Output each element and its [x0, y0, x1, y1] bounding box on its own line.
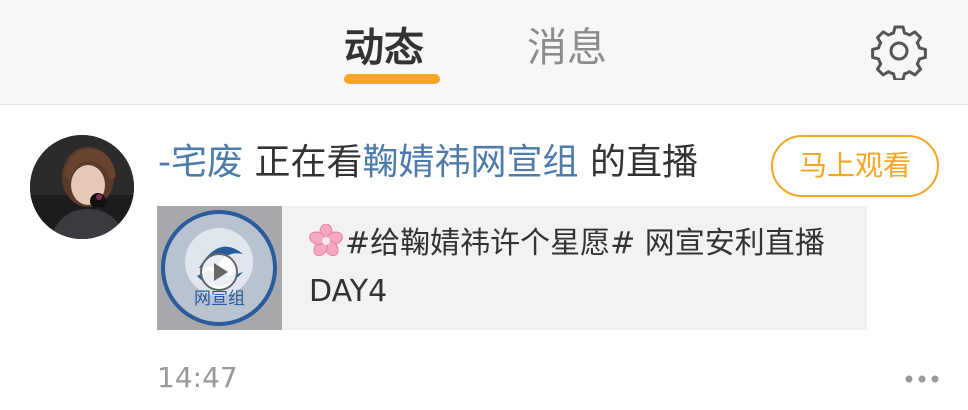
live-title-text: #给鞠婧祎许个星愿# 网宣安利直播DAY4 [309, 226, 825, 309]
username-link[interactable]: -宅废 [158, 142, 243, 183]
live-card-title[interactable]: #给鞠婧祎许个星愿# 网宣安利直播DAY4 [309, 220, 849, 316]
suffix-text: 的直播 [589, 142, 698, 183]
more-dots-icon[interactable] [904, 374, 940, 384]
watch-now-button[interactable]: 马上观看 [771, 135, 939, 197]
active-tab-indicator [344, 74, 440, 84]
action-text: 正在看 [254, 142, 363, 183]
channel-link[interactable]: 鞠婧祎网宣组 [362, 142, 578, 183]
play-icon[interactable] [199, 252, 239, 292]
post-headline: -宅废 正在看鞠婧祎网宣组 的直播 [158, 138, 698, 188]
gear-icon[interactable] [870, 22, 928, 80]
live-thumbnail[interactable]: 网宣组 [157, 206, 282, 330]
avatar[interactable] [30, 135, 134, 239]
post-time: 14:47 [157, 361, 238, 394]
top-bar: 动态 消息 [0, 0, 968, 105]
live-card[interactable]: 网宣组 #给鞠婧祎许个星愿# 网宣安利直播DAY4 [157, 206, 867, 330]
tab-messages[interactable]: 消息 [527, 22, 607, 74]
cherry-blossom-icon [309, 224, 343, 257]
tab-feed[interactable]: 动态 [344, 22, 424, 74]
